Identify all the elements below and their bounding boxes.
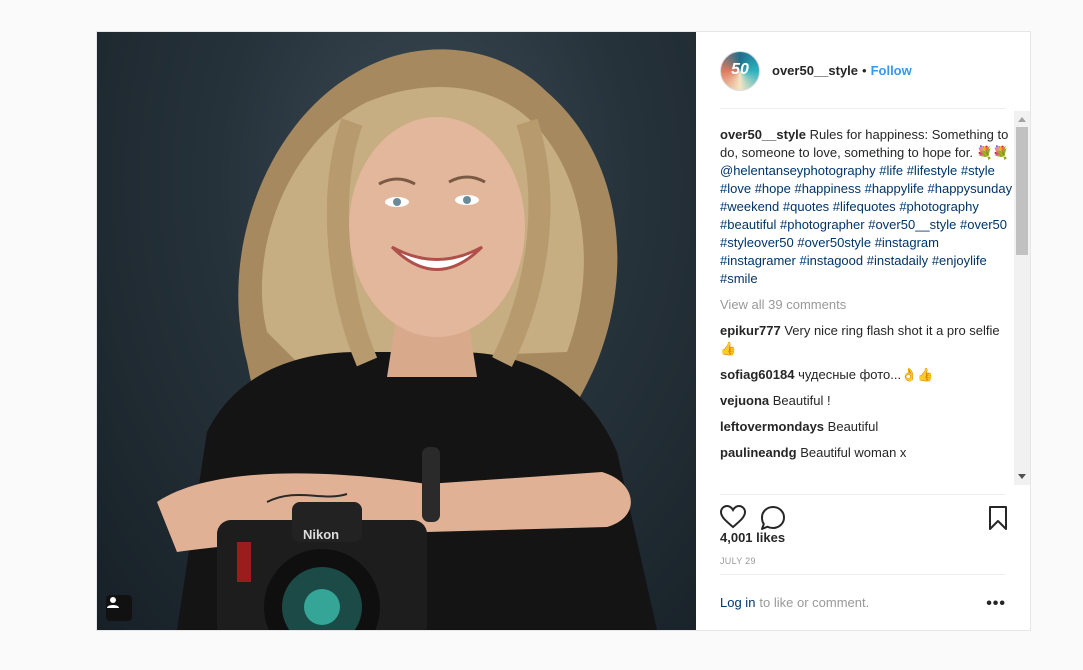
comment-text: чудесные фото...👌👍 [798, 367, 934, 382]
hashtag-link[interactable]: #style [961, 163, 995, 178]
post-card: Nikon 50 over50__style • Follow over50__… [96, 31, 1031, 631]
hashtag-link[interactable]: #love [720, 181, 751, 196]
tagged-people-button[interactable] [106, 595, 132, 621]
hashtag-link[interactable]: #instagram [875, 235, 939, 250]
hashtag-link[interactable]: #smile [720, 271, 758, 286]
caption-username[interactable]: over50__style [720, 127, 806, 142]
hashtag-link[interactable]: #happiness [794, 181, 861, 196]
avatar[interactable]: 50 [720, 50, 760, 91]
hashtag-link[interactable]: #hope [755, 181, 791, 196]
scroll-down-arrow-icon[interactable] [1018, 474, 1026, 479]
hashtag-link[interactable]: #photographer [780, 217, 865, 232]
portrait-illustration: Nikon [157, 49, 657, 630]
header-username[interactable]: over50__style [772, 63, 858, 78]
hashtag-link[interactable]: #beautiful [720, 217, 776, 232]
avatar-text: 50 [731, 60, 749, 78]
header-separator: • [862, 63, 867, 78]
hashtag-link[interactable]: #life [879, 163, 903, 178]
person-tag-icon [107, 597, 119, 608]
comment-username[interactable]: sofiag60184 [720, 367, 794, 382]
post-date[interactable]: JULY 29 [720, 556, 756, 566]
login-prompt-text: to like or comment. [759, 595, 870, 610]
comment-text: Beautiful woman x [800, 445, 907, 460]
hashtag-link[interactable]: #happysunday [928, 181, 1013, 196]
hashtag-link[interactable]: @helentanseyphotography [720, 163, 876, 178]
hashtag-link[interactable]: #weekend [720, 199, 779, 214]
comment-items: epikur777 Very nice ring flash shot it a… [720, 322, 1013, 462]
caption: over50__style Rules for happiness: Somet… [720, 126, 1013, 288]
comment-text: Beautiful [827, 419, 879, 434]
hashtag-link[interactable]: #styleover50 [720, 235, 794, 250]
scroll-up-arrow-icon[interactable] [1018, 117, 1026, 122]
login-bar: Log in to like or comment. ••• [720, 574, 1006, 630]
more-options-button[interactable]: ••• [986, 595, 1006, 613]
hashtag-link[interactable]: #instadaily [867, 253, 928, 268]
likes-count[interactable]: 4,001 likes [720, 530, 785, 545]
hashtag-link[interactable]: #instagood [800, 253, 864, 268]
comments-list[interactable]: over50__style Rules for happiness: Somet… [720, 126, 1013, 484]
save-button[interactable] [988, 505, 1008, 534]
heart-icon [719, 504, 747, 529]
bookmark-icon [989, 506, 1007, 530]
comment-username[interactable]: vejuona [720, 393, 769, 408]
comments-scrollbar[interactable] [1014, 111, 1030, 485]
comment-username[interactable]: epikur777 [720, 323, 781, 338]
like-button[interactable] [719, 504, 747, 532]
comment-username[interactable]: leftovermondays [720, 419, 824, 434]
post-photo[interactable]: Nikon [97, 32, 696, 630]
hashtag-link[interactable]: #enjoylife [932, 253, 987, 268]
post-side-panel: 50 over50__style • Follow over50__style … [696, 32, 1030, 630]
caption-tags: @helentanseyphotography #life #lifestyle… [720, 163, 1012, 286]
post-header: 50 over50__style • Follow [696, 32, 1030, 109]
hashtag-link[interactable]: #over50__style [868, 217, 956, 232]
scrollbar-thumb[interactable] [1016, 127, 1028, 255]
hashtag-link[interactable]: #happylife [865, 181, 924, 196]
login-link[interactable]: Log in [720, 595, 755, 610]
comment-item: vejuona Beautiful ! [720, 392, 1013, 410]
hashtag-link[interactable]: #lifequotes [833, 199, 896, 214]
follow-button[interactable]: Follow [871, 63, 912, 78]
hashtag-link[interactable]: #instagramer [720, 253, 796, 268]
comment-item: sofiag60184 чудесные фото...👌👍 [720, 366, 1013, 384]
post-actions [719, 494, 1007, 530]
comment-item: paulineandg Beautiful woman x [720, 444, 1013, 462]
hashtag-link[interactable]: #quotes [783, 199, 829, 214]
hashtag-link[interactable]: #over50 [960, 217, 1007, 232]
svg-text:Nikon: Nikon [303, 527, 339, 542]
comment-item: epikur777 Very nice ring flash shot it a… [720, 322, 1013, 358]
comment-bubble-icon [761, 506, 785, 530]
hashtag-link[interactable]: #lifestyle [907, 163, 958, 178]
hashtag-link[interactable]: #photography [899, 199, 979, 214]
comment-text: Beautiful ! [772, 393, 831, 408]
hashtag-link[interactable]: #over50style [797, 235, 871, 250]
comment-username[interactable]: paulineandg [720, 445, 797, 460]
header-divider [720, 108, 1006, 109]
comment-item: leftovermondays Beautiful [720, 418, 1013, 436]
view-all-comments-link[interactable]: View all 39 comments [720, 296, 1013, 314]
